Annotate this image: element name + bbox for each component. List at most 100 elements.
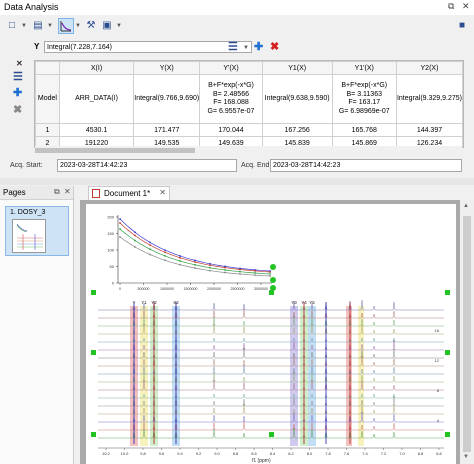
horizontal-scrollbar[interactable] — [35, 146, 462, 155]
selection-handle[interactable] — [269, 432, 274, 437]
model-cell[interactable]: Integral(9.329,9.275) — [395, 74, 463, 124]
data-analysis-titlebar: Data Analysis ⧉ ✕ — [0, 0, 474, 16]
spectrum-x-tick-label: 9.8 — [140, 451, 146, 456]
scrollbar-thumb[interactable] — [463, 216, 471, 452]
data-table: X(I) Y(X) Y'(X) Y1(X) Y1'(X) Y2(X) Model… — [34, 60, 464, 148]
column-header[interactable]: Y2(X) — [395, 61, 463, 75]
model-cell[interactable]: B+F*exp(-x*G) B= 2.48566 F= 168.088 G= 6… — [199, 74, 263, 124]
region-label: Y5 — [309, 300, 315, 305]
list-menu-icon[interactable]: ☰ — [13, 71, 23, 83]
region-label: Y1 — [141, 300, 147, 305]
selection-handle[interactable] — [269, 290, 274, 295]
fit-plot[interactable]: 200150100500 0 500000 1000000 1500000 200000… — [96, 211, 276, 297]
region-label: Y — [132, 300, 135, 305]
scroll-up-icon[interactable]: ▲ — [463, 203, 469, 209]
table-cell[interactable]: 4530.1 — [58, 123, 135, 137]
region-label: Y4 — [301, 300, 307, 305]
new-page-icon[interactable]: □ — [4, 18, 20, 34]
data-analysis-toolbar: □ ▼ ▤ ▼ ▼ ⚒ ▣ ▼ ■ — [0, 15, 474, 37]
integral-region — [358, 306, 364, 446]
model-cell[interactable]: ARR_DATA(I) — [58, 74, 135, 124]
selection-handle[interactable] — [91, 350, 96, 355]
spectrum-x-label: f1 (ppm) — [252, 458, 271, 464]
y-column-select[interactable]: Integral(7.228,7.164) ▼ — [44, 41, 252, 53]
selection-handle[interactable] — [270, 264, 276, 270]
pin-icon[interactable]: ⧉ — [54, 187, 60, 197]
selection-handle[interactable] — [91, 290, 96, 295]
pages-title: Pages — [3, 188, 26, 197]
table-cell[interactable]: 171.477 — [133, 123, 201, 137]
fit-x-tick-label: 3000000 — [254, 287, 268, 291]
table-header-row: X(I) Y(X) Y'(X) Y1(X) Y1'(X) Y2(X) — [35, 61, 463, 75]
table-cell[interactable]: 167.256 — [261, 123, 333, 137]
table-cell[interactable]: 165.768 — [331, 123, 397, 137]
pages-panel: Pages ⧉ ✕ 1. DOSY_3 — [0, 186, 74, 464]
selection-handle[interactable] — [445, 290, 450, 295]
acq-end-field[interactable]: 2023-03-28T14:42:23 — [270, 159, 462, 172]
spectrum-x-tick-label: 7.6 — [344, 451, 350, 456]
column-header[interactable]: Y1'(X) — [331, 61, 397, 75]
pin-icon[interactable]: ⧉ — [448, 1, 454, 12]
list-menu-icon[interactable]: ☰ — [228, 41, 238, 53]
selection-handle[interactable] — [445, 350, 450, 355]
table-cell[interactable]: 144.397 — [395, 123, 463, 137]
chart-fit-glyph — [60, 21, 72, 32]
chevron-down-icon[interactable]: ▼ — [75, 23, 81, 29]
add-row-icon[interactable]: ✚ — [13, 87, 22, 99]
spectrum-x-tick-label: 7.0 — [399, 451, 405, 456]
delete-icon[interactable]: ✖ — [270, 41, 279, 53]
column-header[interactable]: Y1(X) — [261, 61, 333, 75]
table-row: 1 4530.1 171.477 170.044 167.256 165.768… — [35, 123, 463, 137]
add-icon[interactable]: ✚ — [254, 41, 263, 53]
region-label: S2 — [173, 300, 179, 305]
selection-handle[interactable] — [91, 432, 96, 437]
table-cell[interactable]: 170.044 — [199, 123, 263, 137]
column-header[interactable]: Y(X) — [133, 61, 201, 75]
fit-x-tick-label: 2500000 — [231, 287, 245, 291]
chevron-down-icon[interactable]: ▼ — [47, 23, 53, 29]
selection-handle[interactable] — [270, 277, 276, 283]
model-cell[interactable]: Integral(9.766,9.690) — [133, 74, 201, 124]
spectrum-x-tick-label: 9.0 — [214, 451, 220, 456]
spectrum-x-tick-label: 9.2 — [196, 451, 202, 456]
spectrum-x-tick-label: 6.8 — [418, 451, 424, 456]
chevron-down-icon[interactable]: ▼ — [116, 23, 122, 29]
vertical-scrollbar[interactable]: ▲ ▼ — [460, 200, 474, 464]
column-header[interactable]: Y'(X) — [199, 61, 263, 75]
document-page: 200 150 100 50 0 0 500000 1000000 1500000 200000… — [86, 204, 456, 464]
close-icon[interactable]: ✕ — [64, 187, 71, 196]
chevron-down-icon[interactable]: ▼ — [21, 23, 27, 29]
acq-start-field[interactable]: 2023-03-28T14:42:23 — [57, 159, 237, 172]
selection-handle[interactable] — [445, 432, 450, 437]
document-tab-title: Document 1* — [104, 189, 151, 198]
spectrum-right-tick-label: 12 — [435, 358, 440, 363]
close-icon[interactable]: ✕ — [159, 188, 166, 197]
model-cell[interactable]: Integral(9.638,9.590) — [261, 74, 333, 124]
spectrum-x-tick-label: 10.0 — [121, 451, 130, 456]
fit-y-tick-label: 200 — [107, 215, 114, 220]
stacked-spectrum[interactable]: Y Y1 Y2 S2 Y3 Y4 Y5 10.2 10.0 9.8 9.6 9.4 9.2 9.0 8.8… — [94, 292, 450, 464]
close-small-icon[interactable]: ✕ — [16, 58, 23, 70]
save-icon[interactable]: ■ — [454, 18, 470, 34]
column-header[interactable]: X(I) — [58, 61, 135, 75]
fit-y-tick-label: 150 — [107, 231, 114, 236]
model-cell[interactable]: B+F*exp(-x*G) B= 3.11363 F= 163.17 G= 6.… — [331, 74, 397, 124]
fit-x-tick-label: 500000 — [138, 287, 150, 291]
tab-document-1[interactable]: Document 1* ✕ — [88, 186, 170, 200]
fit-x-tick-label: 2000000 — [207, 287, 221, 291]
remove-row-icon[interactable]: ✖ — [13, 104, 22, 116]
spectrum-x-tick-label: 7.4 — [362, 451, 368, 456]
fit-x-tick-label: 1000000 — [160, 287, 174, 291]
fit-x-tick-label: 0 — [119, 287, 121, 291]
scroll-down-icon[interactable]: ▼ — [463, 454, 469, 460]
close-icon[interactable]: ✕ — [462, 1, 470, 12]
fit-y-tick-label: 50 — [110, 264, 115, 269]
image-icon[interactable]: ▣ — [99, 18, 115, 34]
page-list-item[interactable]: 1. DOSY_3 — [5, 206, 69, 256]
chart-fit-icon[interactable] — [58, 18, 74, 34]
spectrum-x-tick-label: 7.2 — [381, 451, 387, 456]
tools-icon[interactable]: ⚒ — [83, 18, 99, 34]
panel-splitter[interactable] — [0, 178, 474, 185]
table-icon[interactable]: ▤ — [30, 18, 46, 34]
scrollbar-thumb[interactable] — [35, 148, 195, 153]
